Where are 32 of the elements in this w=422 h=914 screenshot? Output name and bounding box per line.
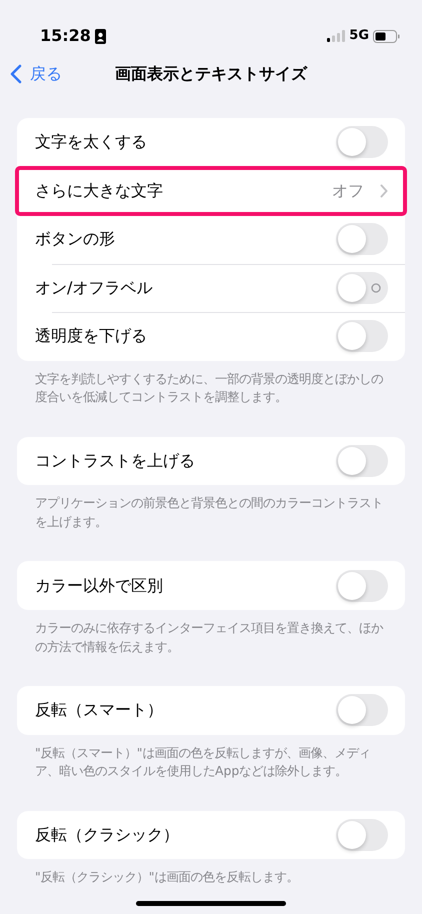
row-label: さらに大きな文字: [35, 180, 163, 202]
toggle-switch[interactable]: [336, 694, 388, 726]
network-label: 5G: [349, 27, 369, 46]
toggle-switch[interactable]: [336, 570, 388, 602]
page-title: 画面表示とテキストサイズ: [115, 64, 307, 83]
back-button[interactable]: 戻る: [0, 61, 68, 87]
row-label: コントラストを上げる: [35, 450, 195, 472]
battery-icon: [373, 30, 400, 42]
row-label: 透明度を下げる: [35, 325, 147, 348]
toggle-switch[interactable]: [336, 272, 388, 304]
toggle-switch[interactable]: [336, 320, 388, 352]
footer-note: "反転（クラシック）"は画面の色を反転します。: [35, 868, 300, 886]
row-value: オフ: [332, 180, 364, 202]
row-label: ボタンの形: [35, 228, 115, 250]
footer-note: 文字を判読しやすくするために、一部の背景の透明度とぼかしの度合いを低減してコントラストを調整します。: [35, 370, 384, 406]
signal-icon: [327, 30, 346, 42]
toggle-switch[interactable]: [336, 126, 388, 158]
footer-note: "反転（スマート）"は画面の色を反転しますが、画像、メディア、暗い色のスタイルを使用したAppなどは除外します。: [35, 744, 372, 780]
footer-note: アプリケーションの前景色と背景色との間のカラーコントラストを上げます。: [35, 494, 384, 531]
person-badge-icon: [94, 28, 106, 44]
toggle-switch[interactable]: [336, 223, 388, 256]
footer-note: カラーのみに依存するインターフェイス項目を置き換えて、ほかの方法で情報を伝えます。: [35, 618, 384, 656]
row-label: 文字を太くする: [35, 131, 147, 154]
back-chevron-icon: [10, 64, 22, 84]
status-time: 15:28: [40, 25, 91, 47]
row-label: カラー以外で区別: [35, 574, 163, 597]
row-label: 反転（スマート）: [35, 699, 163, 722]
row-label: オン/オフラベル: [35, 276, 152, 299]
row-label: 反転（クラシック）: [35, 824, 179, 846]
toggle-switch[interactable]: [336, 444, 388, 477]
chevron-icon: [380, 184, 388, 198]
toggle-switch[interactable]: [336, 819, 388, 852]
